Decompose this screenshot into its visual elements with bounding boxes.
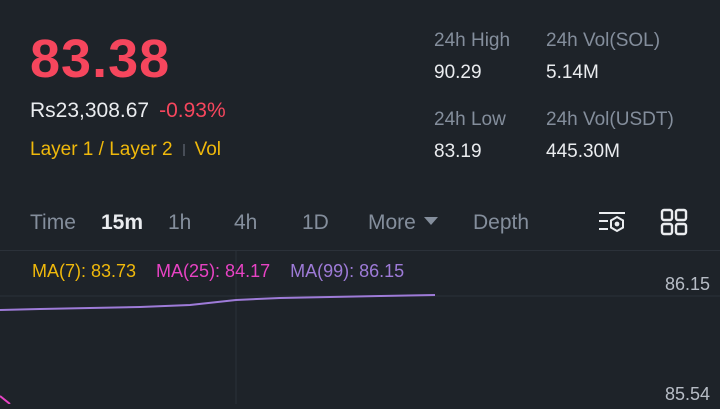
tab-more[interactable]: More xyxy=(368,211,438,235)
tag-row: Layer 1 / Layer 2 Vol xyxy=(30,139,221,161)
tab-15m[interactable]: 15m xyxy=(101,211,143,235)
price-change-percent: -0.93% xyxy=(159,99,226,122)
ma99-line xyxy=(0,294,436,311)
tab-1d[interactable]: 1D xyxy=(302,211,329,235)
stat-label: 24h High xyxy=(434,30,511,51)
stat-24h-vol-quote: 24h Vol(USDT) 445.30M xyxy=(546,109,674,163)
last-price: 83.38 xyxy=(30,29,171,89)
price-subrow: Rs23,308.67 -0.93% xyxy=(30,99,226,123)
stat-value: 90.29 xyxy=(434,62,482,83)
stat-value: 5.14M xyxy=(546,62,599,83)
axis-price-top: 86.15 xyxy=(664,274,710,294)
grid-layout-icon[interactable] xyxy=(658,206,690,238)
stat-label: 24h Vol(USDT) xyxy=(546,109,674,130)
tab-1h[interactable]: 1h xyxy=(168,211,191,235)
ma25-label: MA(25): 84.17 xyxy=(156,261,271,281)
tab-4h[interactable]: 4h xyxy=(234,211,257,235)
stat-24h-low: 24h Low 83.19 xyxy=(434,109,506,163)
stat-value: 83.19 xyxy=(434,141,482,162)
stat-label: 24h Vol(SOL) xyxy=(546,30,661,51)
axis-price-bottom: 85.54 xyxy=(664,384,710,404)
stat-24h-vol-base: 24h Vol(SOL) 5.14M xyxy=(546,30,660,84)
category-tag[interactable]: Layer 1 / Layer 2 xyxy=(30,139,173,161)
stat-label: 24h Low xyxy=(434,109,506,130)
tab-depth[interactable]: Depth xyxy=(473,211,529,235)
ma25-line xyxy=(0,395,11,405)
tab-more-label: More xyxy=(368,211,416,234)
stat-24h-high: 24h High 90.29 xyxy=(434,30,510,84)
caret-down-icon xyxy=(423,217,438,226)
fiat-value: Rs23,308.67 xyxy=(30,99,150,122)
vol-tag[interactable]: Vol xyxy=(195,139,221,161)
ma99-label: MA(99): 86.15 xyxy=(290,261,405,281)
stat-value: 445.30M xyxy=(546,141,620,162)
chart-settings-icon[interactable] xyxy=(596,206,628,238)
ma7-label: MA(7): 83.73 xyxy=(32,261,137,281)
ma-legend: MA(7): 83.73 MA(25): 84.17 MA(99): 86.15 xyxy=(32,261,404,282)
tag-divider xyxy=(182,144,185,156)
tab-time[interactable]: Time xyxy=(30,211,76,235)
